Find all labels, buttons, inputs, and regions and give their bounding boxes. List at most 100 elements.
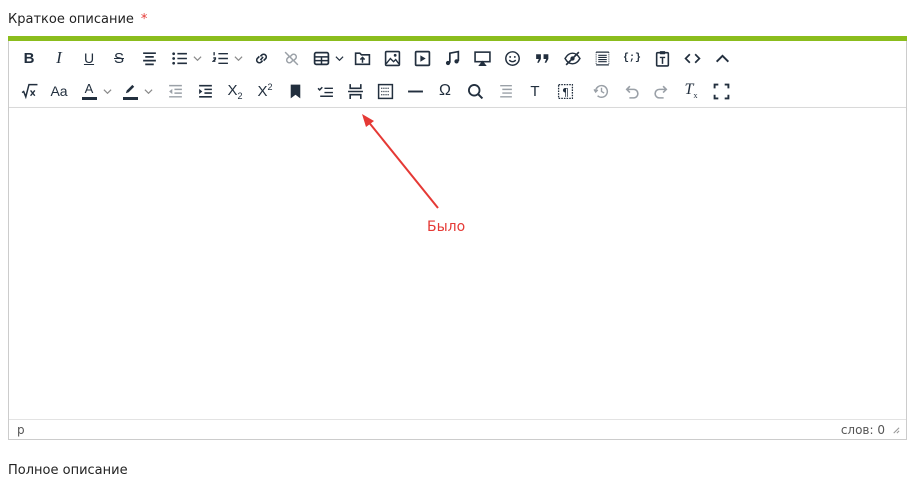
horizontal-rule-icon [407, 90, 423, 92]
highlight-color-dropdown[interactable] [142, 76, 154, 106]
subscript-button[interactable]: X2 [220, 76, 250, 106]
code-sample-button[interactable]: {;} [617, 43, 647, 73]
text-color-swatch [81, 96, 97, 100]
show-blocks-button[interactable]: ¶ [550, 76, 580, 106]
blockquote-button[interactable] [527, 43, 557, 73]
embed-button[interactable] [467, 43, 497, 73]
superscript-button[interactable]: X2 [250, 76, 280, 106]
superscript-icon: X2 [257, 82, 273, 100]
annotation-label: Было [427, 219, 466, 235]
media-button[interactable] [407, 43, 437, 73]
italic-button[interactable]: I [44, 43, 74, 73]
checklist-button[interactable] [310, 76, 340, 106]
fullscreen-icon [713, 83, 729, 99]
font-size-icon: Aa [50, 83, 68, 99]
redo-icon [653, 85, 667, 99]
bookmark-button[interactable] [280, 76, 310, 106]
audio-button[interactable] [437, 43, 467, 73]
source-code-icon [683, 53, 701, 63]
template-button[interactable] [587, 43, 617, 73]
fullscreen-button[interactable] [706, 76, 736, 106]
code-sample-icon: {;} [622, 52, 641, 64]
checklist-icon [317, 86, 333, 97]
outdent-icon [168, 84, 182, 98]
emoticons-icon [504, 50, 520, 66]
bullet-list-dropdown[interactable] [191, 43, 203, 73]
table-icon [313, 51, 329, 65]
word-count[interactable]: слов: 0 [841, 423, 885, 437]
search-icon [467, 83, 483, 99]
upload-icon [354, 51, 370, 65]
align-center-button[interactable] [134, 43, 164, 73]
highlight-color-swatch [122, 96, 138, 100]
line-height-button[interactable] [490, 76, 520, 106]
strikethrough-button[interactable]: S [104, 43, 134, 73]
font-size-button[interactable]: Aa [44, 76, 74, 106]
table-dropdown[interactable] [333, 43, 345, 73]
search-button[interactable] [460, 76, 490, 106]
field-label-text: Краткое описание [8, 12, 134, 27]
resize-handle-icon[interactable] [891, 425, 900, 434]
special-char-button[interactable]: Ω [430, 76, 460, 106]
numbered-list-button[interactable] [205, 43, 235, 73]
editor-statusbar: p слов: 0 [9, 419, 906, 439]
outdent-button[interactable] [160, 76, 190, 106]
highlight-color-button[interactable] [115, 76, 145, 106]
template-icon [595, 51, 609, 65]
image-button[interactable] [377, 43, 407, 73]
underline-button[interactable]: U [74, 43, 104, 73]
clear-formatting-icon: Tx [684, 81, 698, 101]
history-button[interactable] [586, 76, 616, 106]
source-code-button[interactable] [677, 43, 707, 73]
collapse-toolbar-button[interactable] [707, 43, 737, 73]
chevron-down-icon [102, 88, 112, 94]
link-button[interactable] [246, 43, 276, 73]
paste-text-button[interactable] [647, 43, 677, 73]
subscript-icon: X2 [227, 81, 243, 101]
redo-button[interactable] [646, 76, 676, 106]
audio-icon [445, 50, 459, 65]
text-button[interactable]: T [520, 76, 550, 106]
chevron-down-icon [233, 55, 243, 61]
element-path[interactable]: p [17, 423, 25, 437]
indent-icon [198, 84, 212, 98]
text-color-button[interactable]: A [74, 76, 104, 106]
table-button[interactable] [306, 43, 336, 73]
chevron-down-icon [334, 55, 344, 61]
formula-button[interactable] [14, 76, 44, 106]
hide-button[interactable] [557, 43, 587, 73]
rich-text-editor[interactable]: B I U S {;} Aa A X2 X2 Ω T ¶ Tx p слов: … [8, 36, 907, 440]
special-char-icon: Ω [439, 82, 451, 99]
indent-button[interactable] [190, 76, 220, 106]
insert-field-button[interactable] [370, 76, 400, 106]
undo-icon [625, 85, 639, 99]
bullet-list-button[interactable] [164, 43, 194, 73]
clear-formatting-button[interactable]: Tx [676, 76, 706, 106]
embed-icon [473, 50, 491, 66]
horizontal-rule-button[interactable] [400, 76, 430, 106]
media-icon [414, 50, 430, 66]
blockquote-icon [535, 53, 548, 63]
page-break-icon [347, 83, 363, 99]
upload-button[interactable] [347, 43, 377, 73]
page-break-button[interactable] [340, 76, 370, 106]
numbered-list-dropdown[interactable] [232, 43, 244, 73]
bookmark-icon [290, 84, 300, 98]
show-blocks-icon: ¶ [557, 83, 573, 99]
italic-icon: I [56, 48, 62, 67]
chevron-down-icon [192, 55, 202, 61]
undo-button[interactable] [616, 76, 646, 106]
text-color-dropdown[interactable] [101, 76, 113, 106]
emoticons-button[interactable] [497, 43, 527, 73]
field-label-full-description: Полное описание [8, 463, 128, 478]
paste-text-icon [655, 50, 669, 67]
bullet-list-icon [171, 51, 187, 65]
svg-text:¶: ¶ [562, 85, 569, 98]
bold-button[interactable]: B [14, 43, 44, 73]
numbered-list-icon [211, 51, 228, 64]
image-icon [384, 50, 400, 66]
chevron-up-icon [715, 53, 729, 62]
toolbar-row-secondary: Aa A X2 X2 Ω T ¶ Tx [9, 74, 906, 108]
unlink-button[interactable] [276, 43, 306, 73]
editor-content-area[interactable] [9, 108, 906, 419]
